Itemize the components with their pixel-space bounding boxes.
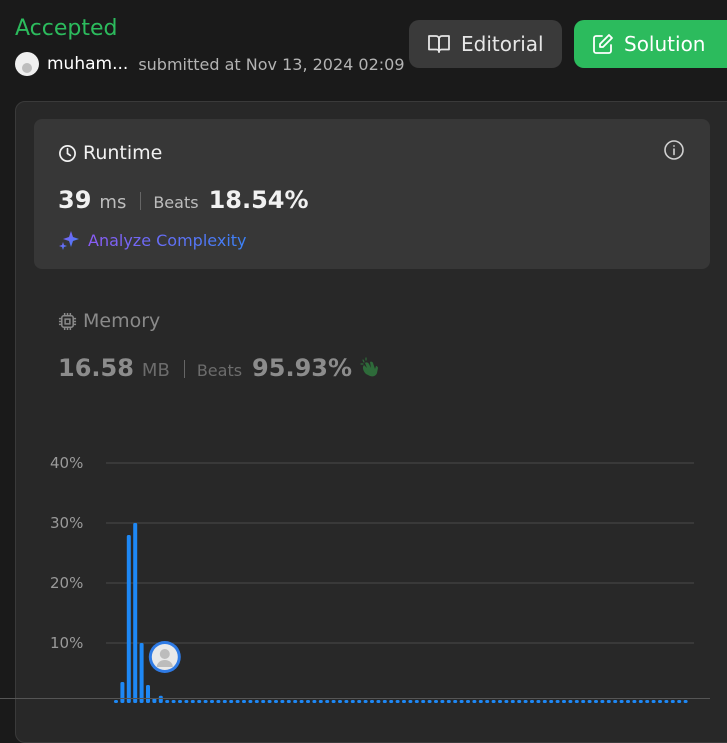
info-icon[interactable]: [663, 139, 685, 165]
y-tick-label: 30%: [50, 514, 83, 532]
memory-beats-value: 95.93%: [252, 354, 353, 382]
submission-status: Accepted: [15, 16, 118, 41]
runtime-label: Runtime: [83, 142, 163, 164]
sparkle-icon: [59, 231, 79, 250]
runtime-value: 39: [58, 186, 92, 214]
runtime-beats-label: Beats: [153, 193, 199, 212]
divider: [0, 698, 710, 699]
analyze-complexity-label: Analyze Complexity: [88, 230, 247, 250]
user-avatar[interactable]: [15, 52, 39, 76]
runtime-beats-value: 18.54%: [208, 186, 309, 214]
memory-value: 16.58: [58, 354, 134, 382]
book-icon: [428, 35, 450, 53]
divider: [140, 192, 142, 210]
clap-icon: [360, 357, 379, 377]
runtime-unit: ms: [99, 192, 127, 213]
edit-icon: [593, 34, 613, 54]
memory-values: 16.58 MB Beats 95.93%: [58, 354, 382, 382]
solution-button[interactable]: Solution: [574, 20, 727, 68]
chart-bar[interactable]: [120, 682, 125, 703]
runtime-values: 39 ms Beats 18.54%: [58, 186, 309, 214]
memory-heading[interactable]: Memory: [58, 310, 160, 332]
submitted-timestamp: submitted at Nov 13, 2024 02:09: [138, 54, 405, 74]
solution-label: Solution: [624, 32, 706, 56]
memory-beats-label: Beats: [196, 361, 243, 380]
runtime-heading: Runtime: [58, 142, 162, 164]
analyze-complexity-link[interactable]: Analyze Complexity: [58, 229, 247, 251]
y-tick-label: 10%: [50, 634, 83, 652]
clock-icon: [59, 144, 76, 162]
user-position-marker[interactable]: [148, 641, 181, 673]
editorial-button[interactable]: Editorial: [409, 20, 562, 68]
memory-unit: MB: [141, 360, 170, 381]
chart-bar[interactable]: [139, 643, 144, 703]
chart-bar[interactable]: [146, 685, 150, 703]
chart-bar[interactable]: [158, 695, 163, 703]
divider: [183, 360, 185, 378]
y-tick-label: 20%: [50, 574, 83, 592]
y-tick-label: 40%: [50, 454, 83, 472]
chart-bar[interactable]: [126, 535, 131, 703]
editorial-label: Editorial: [461, 32, 544, 56]
submission-meta: muham... submitted at Nov 13, 2024 02:09: [15, 52, 405, 76]
chip-icon: [58, 312, 77, 330]
memory-distribution-chart: 40% 30% 20% 10%: [50, 454, 694, 703]
chart-bar[interactable]: [133, 523, 138, 703]
username-link[interactable]: muham...: [47, 54, 128, 74]
memory-label: Memory: [83, 310, 161, 332]
